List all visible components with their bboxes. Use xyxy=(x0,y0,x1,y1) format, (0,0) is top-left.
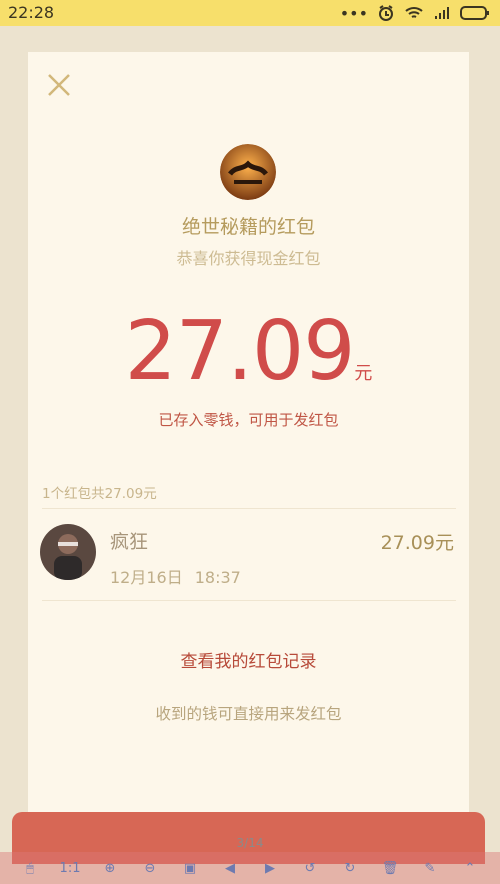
receiver-name: 疯狂 xyxy=(110,531,149,553)
battery-icon xyxy=(460,6,489,20)
signal-icon xyxy=(435,7,449,19)
status-bar: 22:28 ••• xyxy=(0,0,500,26)
delete-icon[interactable]: 🗑 xyxy=(380,858,400,878)
receive-datetime: 12月16日 18:37 xyxy=(110,564,241,588)
receive-amount: 27.09元 xyxy=(380,532,454,554)
alarm-icon xyxy=(379,5,393,21)
status-time: 22:28 xyxy=(8,3,55,22)
actual-size-label: 1:1 xyxy=(59,860,81,876)
zoom-out-icon[interactable]: ⊖ xyxy=(140,858,160,878)
sender-logo xyxy=(220,144,276,200)
next-arrow-icon[interactable]: ▶ xyxy=(260,858,280,878)
packet-summary: 1个红包共27.09元 xyxy=(42,486,157,502)
hint-text: 收到的钱可直接用来发红包 xyxy=(155,705,342,723)
receive-date: 12月16日 xyxy=(110,568,183,587)
receive-time: 18:37 xyxy=(194,568,241,587)
previous-arrow-icon[interactable]: ◀ xyxy=(220,858,240,878)
red-packet-card: 绝世秘籍的红包 恭喜你获得现金红包 27.09元 已存入零钱，可用于发红包 1个… xyxy=(28,52,469,842)
rotate-right-icon[interactable]: ↻ xyxy=(340,858,360,878)
mouse-icon[interactable]: 🖱 xyxy=(20,858,40,878)
packet-title: 绝世秘籍的红包 xyxy=(181,216,315,238)
amount-unit: 元 xyxy=(354,363,373,384)
avatar[interactable] xyxy=(40,524,96,580)
collapse-icon[interactable]: ⌃ xyxy=(460,858,480,878)
status-icons: ••• xyxy=(339,3,490,23)
wifi-icon xyxy=(405,7,423,18)
divider-bottom xyxy=(42,600,456,601)
rotate-left-icon[interactable]: ↺ xyxy=(300,858,320,878)
page-indicator: 3/14 xyxy=(236,836,264,850)
close-icon[interactable] xyxy=(46,72,72,98)
amount-value: 27.09 xyxy=(124,304,356,399)
amount-display: 27.09元 xyxy=(28,307,469,397)
saved-note: 已存入零钱，可用于发红包 xyxy=(158,411,339,429)
edit-icon[interactable]: ✎ xyxy=(420,858,440,878)
divider-top xyxy=(42,508,456,509)
slideshow-icon[interactable]: ▣ xyxy=(180,858,200,878)
viewer-toolbar: 🖱 1:1 ⊕ ⊖ ▣ ◀ ▶ ↺ ↻ 🗑 ✎ ⌃ xyxy=(0,852,500,884)
packet-subtitle: 恭喜你获得现金红包 xyxy=(176,249,321,268)
zoom-in-icon[interactable]: ⊕ xyxy=(100,858,120,878)
more-dots-icon: ••• xyxy=(339,3,368,23)
view-records-link[interactable]: 查看我的红包记录 xyxy=(28,647,469,672)
actual-size-button[interactable]: 1:1 xyxy=(59,858,81,878)
